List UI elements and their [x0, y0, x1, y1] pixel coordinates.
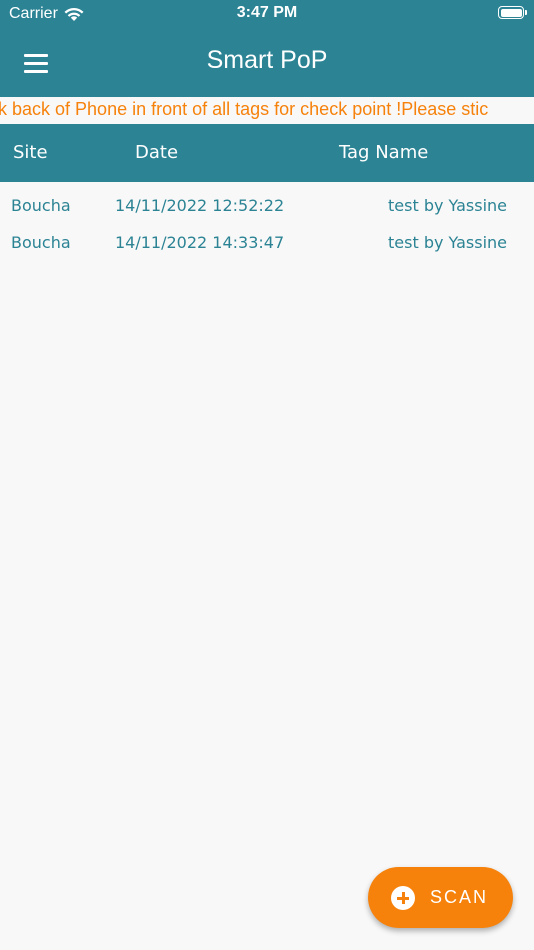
table-header: Site Date Tag Name	[0, 124, 534, 182]
table-body: Boucha 14/11/2022 12:52:22 test by Yassi…	[0, 182, 534, 256]
column-header-date: Date	[135, 142, 179, 163]
plus-circle-icon	[391, 886, 415, 910]
cell-date: 14/11/2022 14:33:47	[115, 233, 285, 252]
app-bar: Smart PoP	[0, 28, 534, 97]
cell-site: Boucha	[11, 196, 71, 215]
battery-icon	[498, 6, 527, 19]
marquee-text: ck back of Phone in front of all tags fo…	[0, 99, 489, 119]
status-time: 3:47 PM	[236, 4, 298, 21]
table-row[interactable]: Boucha 14/11/2022 14:33:47 test by Yassi…	[0, 219, 534, 256]
scan-button[interactable]: SCAN	[368, 867, 513, 928]
cell-date: 14/11/2022 12:52:22	[115, 196, 285, 215]
column-header-tag-name: Tag Name	[339, 142, 429, 163]
page-title: Smart PoP	[206, 46, 328, 74]
table-row[interactable]: Boucha 14/11/2022 12:52:22 test by Yassi…	[0, 182, 534, 219]
battery-fill	[500, 8, 522, 17]
screen: Carrier 3:47 PM Smart PoP ck back of Pho…	[0, 0, 534, 950]
cell-tag-name: test by Yassine	[388, 196, 507, 215]
cell-tag-name: test by Yassine	[388, 233, 507, 252]
cell-site: Boucha	[11, 233, 71, 252]
status-bar: Carrier 3:47 PM	[0, 0, 534, 28]
column-header-site: Site	[13, 142, 48, 163]
instruction-marquee: ck back of Phone in front of all tags fo…	[0, 97, 534, 124]
scan-button-label: SCAN	[430, 887, 489, 907]
